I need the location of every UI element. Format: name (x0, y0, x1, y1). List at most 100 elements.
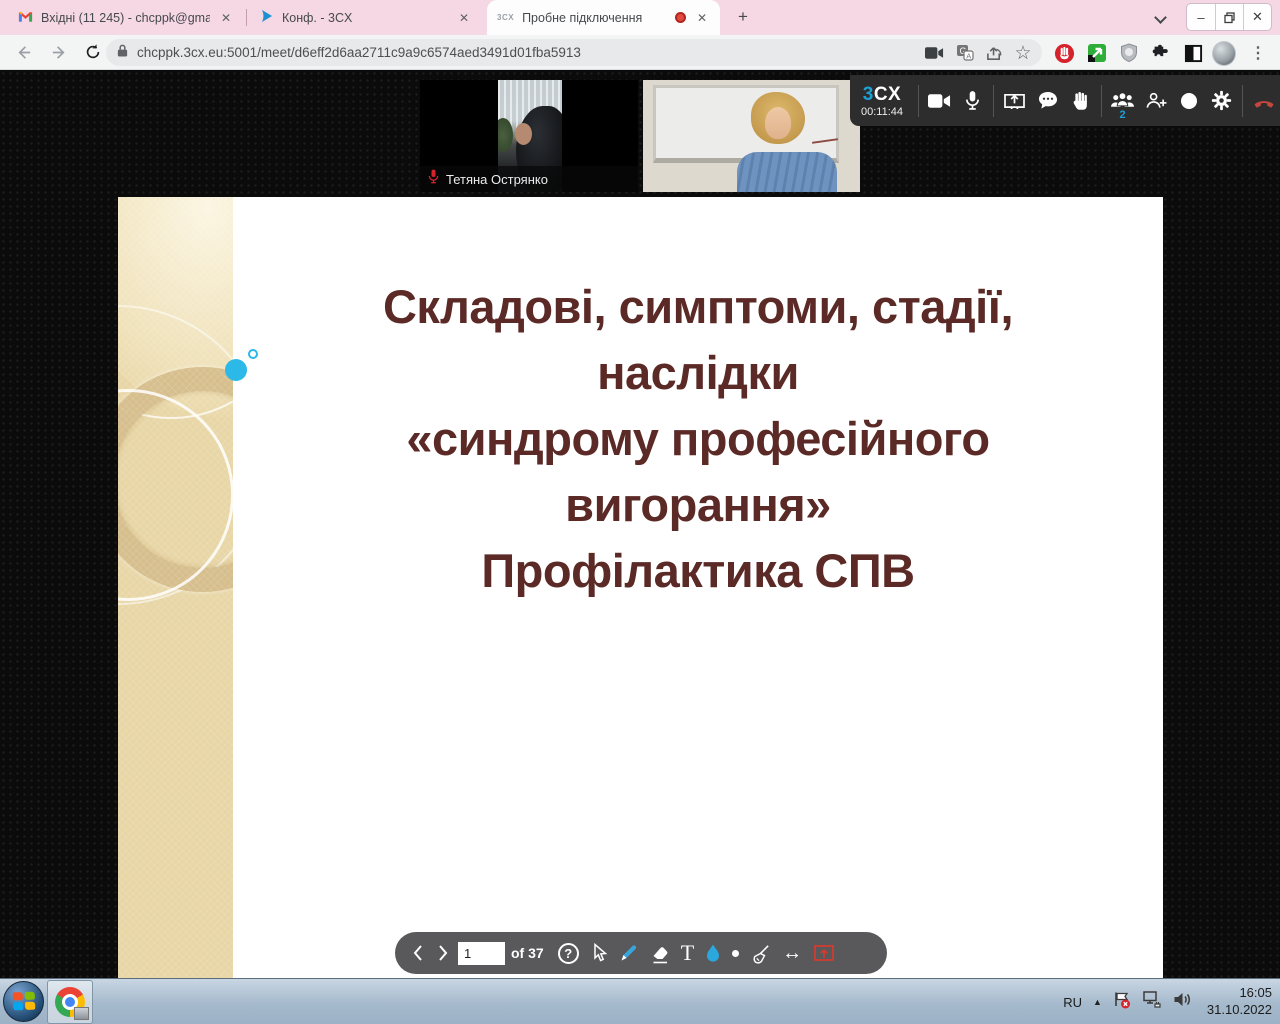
slide-decor-strip (118, 197, 233, 978)
adblock-extension-icon[interactable] (1052, 41, 1076, 65)
chrome-badge-thumbnail (74, 1007, 89, 1020)
tab-search-chevron-icon[interactable] (1154, 11, 1167, 24)
close-icon[interactable]: ✕ (694, 10, 710, 26)
hangup-button[interactable] (1247, 81, 1280, 121)
window-controls: – ✕ (1186, 3, 1272, 31)
windows-taskbar: RU ▲ 16:05 31.10.2022 (0, 978, 1280, 1024)
tab-gmail[interactable]: Вхідні (11 245) - chcppk@gmail.c ✕ (8, 0, 244, 35)
presentation-toolbar: of 37 ? T ↔ (395, 932, 887, 974)
person-face (765, 107, 791, 139)
network-icon[interactable] (1142, 991, 1162, 1013)
eraser-tool-button[interactable] (650, 932, 670, 974)
avatar (1212, 41, 1236, 66)
slide-title-line: наслідки (233, 340, 1163, 406)
tab-3cx-meeting-active[interactable]: 3CX Пробне підключення ✕ (487, 0, 720, 35)
raise-hand-button[interactable] (1064, 81, 1097, 121)
add-participant-button[interactable] (1139, 81, 1172, 121)
screen: Вхідні (11 245) - chcppk@gmail.c ✕ Конф.… (0, 0, 1280, 1024)
divider (918, 85, 919, 117)
camera-tab-icon[interactable] (922, 41, 946, 65)
profile-avatar[interactable] (1212, 41, 1236, 65)
taskbar-chrome-button[interactable] (47, 980, 93, 1024)
pen-tool-button[interactable] (619, 932, 639, 974)
close-icon[interactable]: ✕ (456, 10, 472, 26)
forward-icon[interactable] (48, 41, 70, 63)
3cx-arrow-icon (260, 9, 274, 26)
back-icon[interactable] (12, 41, 34, 63)
tray-clock[interactable]: 16:05 31.10.2022 (1203, 985, 1272, 1019)
divider (993, 85, 994, 117)
extensions-puzzle-icon[interactable] (1149, 41, 1173, 65)
refresh-icon[interactable] (82, 41, 104, 63)
participant-name-bar: Тетяна Острянко (420, 166, 638, 192)
participant-video-tetyana[interactable]: Тетяна Острянко (420, 80, 638, 192)
dark-extension-icon[interactable] (1181, 41, 1205, 65)
3cx-gray-icon: 3CX (497, 13, 514, 22)
tab-divider (246, 9, 247, 26)
page-number-input[interactable] (458, 942, 505, 965)
divider (1101, 85, 1102, 117)
person-face (515, 123, 532, 145)
slide-title-line: Профілактика СПВ (233, 538, 1163, 604)
settings-gear-icon[interactable] (1205, 81, 1238, 121)
camera-toggle-button[interactable] (923, 81, 956, 121)
tab-label: Вхідні (11 245) - chcppk@gmail.c (41, 11, 210, 25)
next-page-button[interactable] (436, 932, 450, 974)
record-button[interactable] (1172, 81, 1205, 121)
lock-icon (116, 43, 129, 63)
tray-expand-icon[interactable]: ▲ (1093, 997, 1102, 1007)
text-tool-button[interactable]: T (681, 932, 694, 974)
share-icon[interactable] (982, 41, 1006, 65)
slide-title: Складові, симптоми, стадії, наслідки «си… (233, 274, 1163, 604)
language-indicator[interactable]: RU (1063, 995, 1082, 1010)
tab-3cx-conf[interactable]: Конф. - 3CX ✕ (250, 0, 482, 35)
start-button[interactable] (3, 981, 44, 1022)
green-extension-icon[interactable] (1085, 41, 1109, 65)
microphone-toggle-button[interactable] (956, 81, 989, 121)
bookmark-star-icon[interactable]: ☆ (1011, 41, 1035, 65)
stop-share-button[interactable] (813, 932, 835, 974)
url-text: chcppk.3cx.eu:5001/meet/d6eff2d6aa2711c9… (137, 45, 581, 60)
minimize-button[interactable]: – (1187, 4, 1215, 30)
close-window-button[interactable]: ✕ (1243, 4, 1271, 30)
person-sweater (737, 152, 837, 192)
pointer-tool-button[interactable] (590, 932, 608, 974)
chat-button[interactable] (1031, 81, 1064, 121)
help-button[interactable]: ? (558, 943, 579, 964)
slide-title-line: вигорання» (233, 472, 1163, 538)
screen-share-button[interactable] (998, 81, 1031, 121)
participant-video-presenter[interactable] (643, 80, 860, 192)
close-icon[interactable]: ✕ (218, 10, 234, 26)
meeting-stage: Тетяна Острянко 3CX 00:11:44 (0, 70, 1280, 978)
decor-pattern (118, 197, 233, 978)
fit-width-button[interactable]: ↔ (782, 932, 802, 974)
clear-annotations-button[interactable] (750, 932, 771, 974)
slide-title-line: «синдрому професійного (233, 406, 1163, 472)
thickness-dot-button[interactable] (732, 950, 739, 957)
browser-tab-bar: Вхідні (11 245) - chcppk@gmail.c ✕ Конф.… (0, 0, 1280, 35)
tray-time: 16:05 (1207, 985, 1272, 1002)
mic-active-icon (428, 169, 439, 189)
volume-icon[interactable] (1173, 991, 1192, 1013)
windows-logo-icon (12, 992, 35, 1012)
presentation-slide: Складові, симптоми, стадії, наслідки «си… (118, 197, 1163, 978)
recording-indicator-icon (675, 12, 686, 23)
shield-extension-icon[interactable] (1117, 41, 1141, 65)
system-tray: RU ▲ 16:05 31.10.2022 (1063, 979, 1272, 1024)
meeting-control-bar: 3CX 00:11:44 2 (850, 75, 1280, 126)
action-center-flag-icon[interactable] (1113, 991, 1131, 1014)
participant-name: Тетяна Острянко (446, 172, 548, 187)
previous-page-button[interactable] (411, 932, 425, 974)
address-bar[interactable]: chcppk.3cx.eu:5001/meet/d6eff2d6aa2711c9… (106, 39, 1042, 66)
color-droplet-button[interactable] (705, 932, 721, 974)
3cx-logo: 3CX (850, 85, 914, 106)
browser-menu-icon[interactable]: ⋮ (1246, 41, 1270, 65)
translate-icon[interactable]: GA (953, 41, 977, 65)
slide-title-line: Складові, симптоми, стадії, (233, 274, 1163, 340)
tray-date: 31.10.2022 (1207, 1002, 1272, 1019)
participants-button[interactable]: 2 (1106, 81, 1139, 121)
gmail-icon (18, 10, 33, 26)
3cx-logo-block: 3CX 00:11:44 (850, 83, 914, 118)
new-tab-button[interactable]: + (731, 6, 755, 30)
restore-button[interactable] (1215, 4, 1243, 30)
